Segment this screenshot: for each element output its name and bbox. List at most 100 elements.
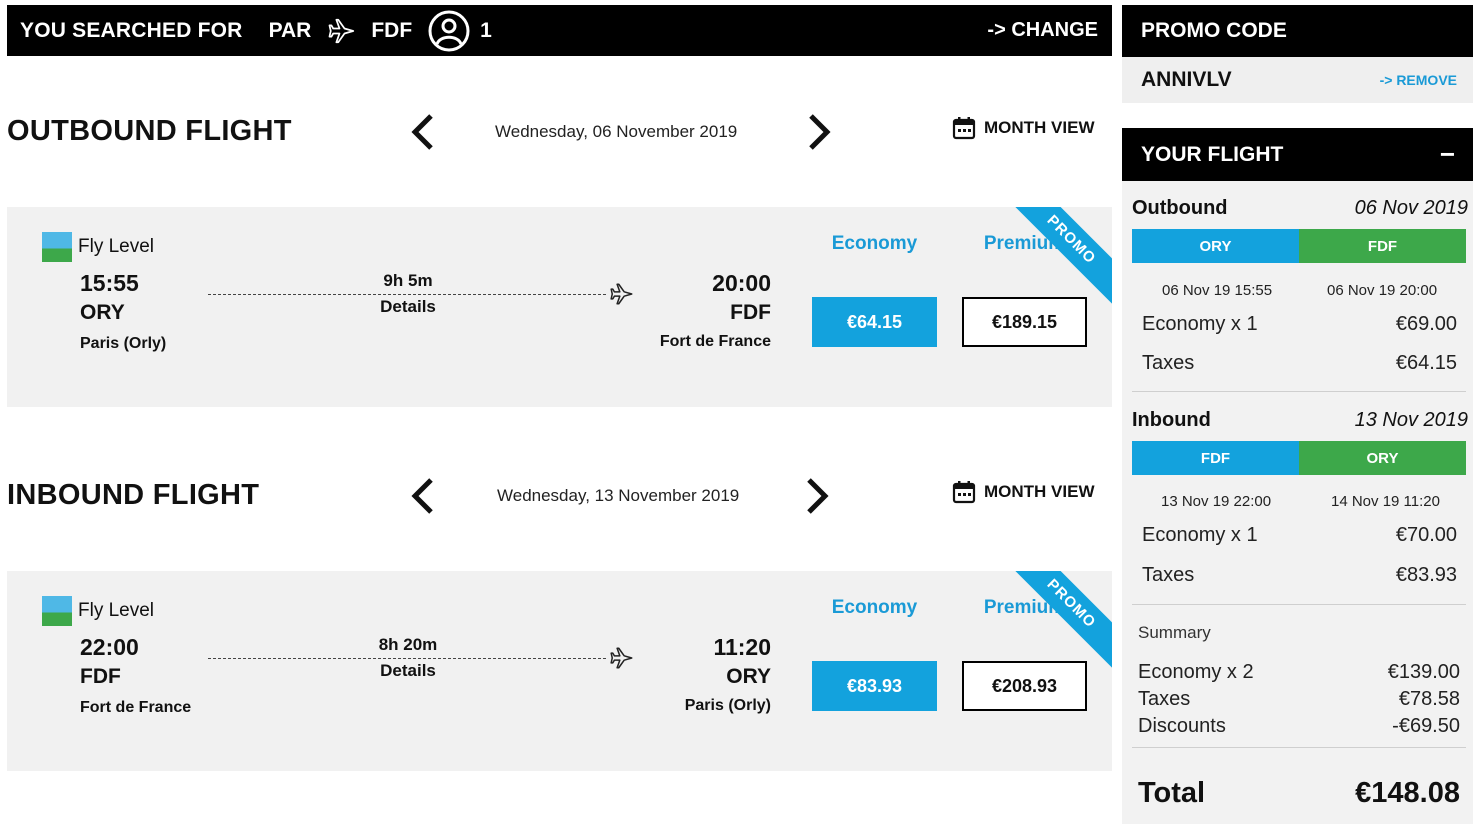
taxes-value: €78.58: [1398, 688, 1460, 710]
airline-name: Fly Level: [78, 236, 155, 257]
outbound-title: OUTBOUND FLIGHT: [7, 115, 292, 147]
your-flight-header[interactable]: YOUR FLIGHT −: [1122, 128, 1473, 181]
total-value: €148.08: [1355, 777, 1460, 809]
outbound-to-code: FDF: [1299, 229, 1466, 263]
inbound-date: Wednesday, 13 November 2019: [497, 486, 740, 505]
outbound-month-view-button[interactable]: MONTH VIEW: [952, 116, 1095, 140]
outbound-leg-title: Outbound: [1132, 197, 1228, 219]
divider: [1132, 391, 1466, 392]
inbound-taxes-row: Taxes €83.93: [1142, 564, 1457, 587]
outbound-route-bar: ORY FDF: [1132, 229, 1466, 263]
inbound-prev-date-icon[interactable]: [402, 474, 442, 518]
promo-ribbon: PROMO: [1006, 207, 1112, 305]
flight-duration: 8h 20m: [378, 635, 438, 654]
airline: Fly Level: [42, 596, 154, 626]
promo-ribbon: PROMO: [1006, 571, 1112, 669]
taxes-label: Taxes: [1138, 688, 1191, 710]
inbound-next-date-icon[interactable]: [798, 474, 838, 518]
inbound-leg-title: Inbound: [1132, 409, 1211, 431]
total-row: Total €148.08: [1138, 777, 1460, 810]
promo-code-box: ANNIVLV -> REMOVE: [1122, 57, 1473, 103]
outbound-from-code: ORY: [1132, 229, 1299, 263]
route-line: [208, 658, 606, 659]
departure-time: 15:55: [80, 270, 139, 296]
inbound-fare-row: Economy x 1 €70.00: [1142, 524, 1457, 547]
your-flight-panel: Outbound 06 Nov 2019 ORY FDF 06 Nov 19 1…: [1122, 181, 1473, 824]
inbound-arrival-datetime: 14 Nov 19 11:20: [1331, 493, 1440, 510]
divider: [1132, 604, 1466, 605]
economy-fare-label: Economy: [831, 597, 918, 618]
airline-logo-icon: [42, 232, 72, 262]
arrival-time: 11:20: [713, 634, 771, 660]
details-link[interactable]: Details: [348, 661, 468, 681]
total-label: Total: [1138, 777, 1206, 809]
departure-city: Fort de France: [80, 699, 192, 716]
calendar-icon: [952, 481, 976, 504]
discounts-value: -€69.50: [1392, 715, 1460, 737]
inbound-month-view-button[interactable]: MONTH VIEW: [952, 480, 1095, 504]
passenger-count: 1: [480, 18, 492, 42]
remove-promo-link[interactable]: -> REMOVE: [1380, 72, 1457, 88]
your-flight-title: YOUR FLIGHT: [1141, 142, 1284, 166]
departure-time: 22:00: [80, 634, 139, 660]
inbound-title: INBOUND FLIGHT: [7, 479, 260, 511]
promo-code-title: PROMO CODE: [1141, 19, 1287, 42]
economy-fare-label: Economy: [831, 233, 918, 254]
outbound-fare-row: Economy x 1 €69.00: [1142, 313, 1457, 336]
summary-title: Summary: [1138, 623, 1211, 642]
outbound-departure-datetime: 06 Nov 19 15:55: [1162, 282, 1273, 299]
month-view-label: MONTH VIEW: [984, 482, 1095, 501]
departure-code: FDF: [80, 665, 121, 688]
inbound-departure-datetime: 13 Nov 19 22:00: [1161, 493, 1272, 510]
inbound-flight-card: Fly Level 22:00 FDF Fort de France 8h 20…: [7, 571, 1112, 771]
airline: Fly Level: [42, 232, 154, 262]
summary-taxes-row: Taxes €78.58: [1138, 688, 1460, 711]
outbound-prev-date-icon[interactable]: [402, 110, 442, 154]
arrival-city: Paris (Orly): [684, 697, 771, 714]
inbound-leg-date: 13 Nov 2019: [1354, 409, 1468, 431]
details-link[interactable]: Details: [348, 297, 468, 317]
taxes-value: €83.93: [1395, 564, 1457, 586]
outbound-leg-date: 06 Nov 2019: [1354, 197, 1468, 219]
outbound-flight-card: Fly Level 15:55 ORY Paris (Orly) 9h 5m D…: [7, 207, 1112, 407]
plane-icon: [610, 647, 633, 669]
plane-icon: [328, 18, 355, 43]
airline-name: Fly Level: [78, 600, 155, 621]
summary-fare-row: Economy x 2 €139.00: [1138, 661, 1460, 684]
arrival-code: FDF: [730, 301, 771, 324]
departure-code: ORY: [80, 301, 125, 324]
search-origin: PAR: [268, 18, 312, 42]
search-label: YOU SEARCHED FOR: [20, 18, 243, 42]
fare-label: Economy x 1: [1142, 313, 1258, 335]
plane-icon: [610, 283, 633, 305]
fare-value: €70.00: [1395, 524, 1457, 546]
change-search-link[interactable]: -> CHANGE: [987, 19, 1098, 42]
taxes-label: Taxes: [1142, 564, 1195, 586]
promo-code-header: PROMO CODE: [1122, 5, 1473, 57]
outbound-next-date-icon[interactable]: [800, 110, 840, 154]
premium-price-button[interactable]: €189.15: [962, 297, 1087, 347]
inbound-route-bar: FDF ORY: [1132, 441, 1466, 475]
discounts-label: Discounts: [1138, 715, 1226, 737]
inbound-to-code: ORY: [1299, 441, 1466, 475]
arrival-city: Fort de France: [659, 333, 771, 350]
fare-value: €139.00: [1387, 661, 1460, 683]
economy-price-button[interactable]: €64.15: [812, 297, 937, 347]
fare-value: €69.00: [1395, 313, 1457, 335]
search-destination: FDF: [371, 18, 413, 42]
collapse-icon[interactable]: −: [1440, 139, 1455, 170]
outbound-taxes-row: Taxes €64.15: [1142, 352, 1457, 375]
economy-price-button[interactable]: €83.93: [812, 661, 937, 711]
outbound-arrival-datetime: 06 Nov 19 20:00: [1327, 282, 1438, 299]
inbound-from-code: FDF: [1132, 441, 1299, 475]
premium-price-button[interactable]: €208.93: [962, 661, 1087, 711]
route-line: [208, 294, 606, 295]
fare-label: Economy x 2: [1138, 661, 1254, 683]
fare-label: Economy x 1: [1142, 524, 1258, 546]
outbound-date: Wednesday, 06 November 2019: [495, 122, 738, 141]
divider: [1132, 747, 1466, 748]
search-summary-bar: YOU SEARCHED FOR PAR FDF 1 -> CHANGE: [7, 5, 1112, 56]
taxes-value: €64.15: [1395, 352, 1457, 374]
passenger-icon: [428, 10, 470, 51]
departure-city: Paris (Orly): [80, 335, 167, 352]
